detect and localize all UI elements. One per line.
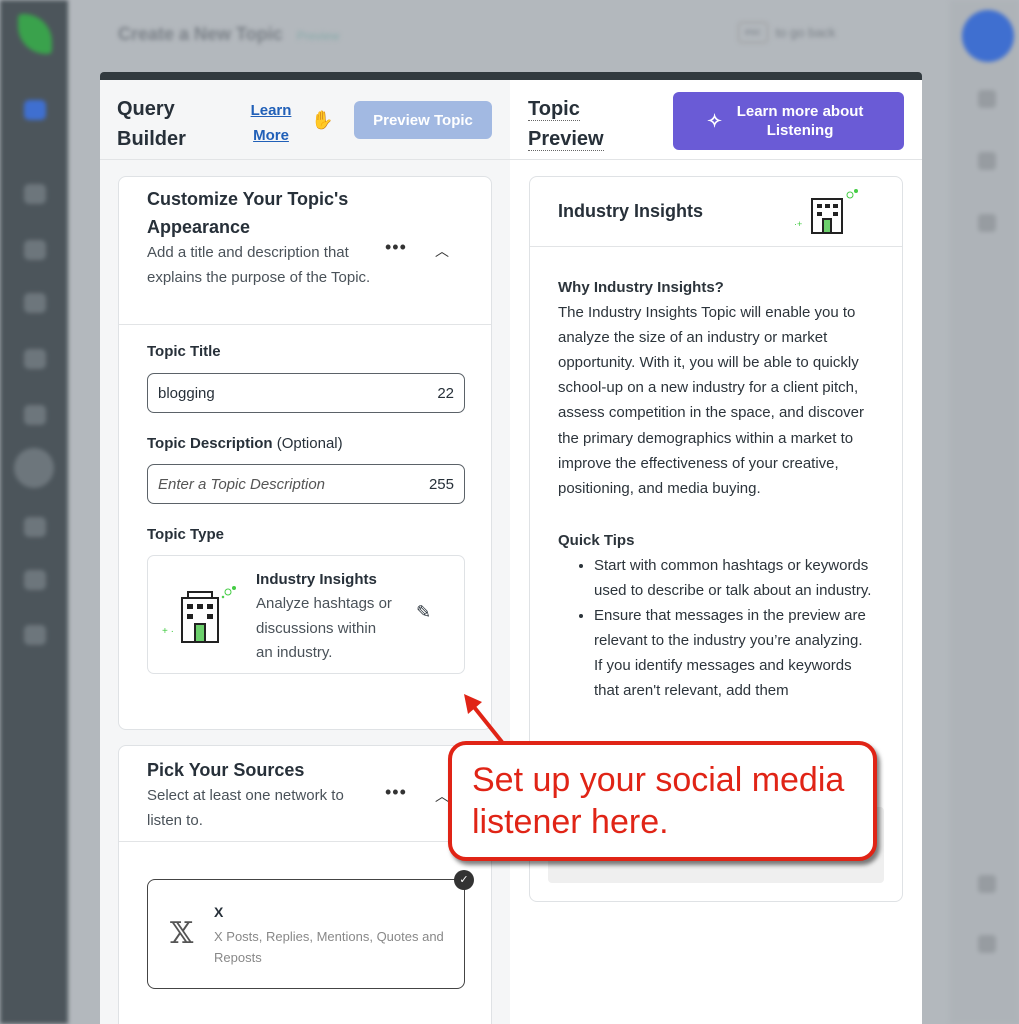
network-name: X bbox=[214, 904, 224, 920]
topic-type-card[interactable]: + · Industry Insights Analyze hashtags o… bbox=[147, 555, 465, 674]
sources-heading: Pick Your Sources bbox=[147, 760, 305, 780]
query-builder-panel: Query Builder Learn More ✋ Preview Topic… bbox=[100, 80, 510, 1024]
more-options-icon[interactable]: ••• bbox=[385, 237, 407, 258]
preview-badge: Preview bbox=[296, 29, 340, 43]
label-text: Topic Description bbox=[147, 435, 273, 452]
arrow-icon bbox=[464, 694, 504, 744]
topic-type-label: Topic Type bbox=[147, 526, 224, 543]
toolbar-icon[interactable] bbox=[978, 152, 996, 170]
app-sidebar bbox=[0, 0, 68, 1024]
annotation-callout: Set up your social media listener here. bbox=[448, 741, 877, 861]
page-title-text: Create a New Topic bbox=[118, 24, 283, 44]
building-icon: + · bbox=[162, 586, 236, 643]
nav-icon[interactable] bbox=[24, 405, 46, 425]
nav-icon[interactable] bbox=[24, 184, 46, 204]
nav-icon[interactable] bbox=[24, 100, 46, 120]
more-options-icon[interactable]: ••• bbox=[385, 782, 407, 803]
topic-title-value: blogging bbox=[158, 384, 215, 402]
topic-type-description: Analyze hashtags or discussions within a… bbox=[256, 595, 392, 661]
compose-button[interactable] bbox=[962, 10, 1014, 62]
tips-heading: Quick Tips bbox=[558, 531, 635, 549]
appearance-card: Customize Your Topic's Appearance Add a … bbox=[118, 176, 492, 730]
appearance-heading: Customize Your Topic's Appearance bbox=[147, 189, 349, 237]
query-builder-title: Query Builder bbox=[117, 98, 186, 150]
toolbar-icon[interactable] bbox=[978, 90, 996, 108]
topic-type-name: Industry Insights bbox=[256, 571, 377, 588]
nav-icon-listening[interactable] bbox=[14, 448, 54, 488]
learn-more-link[interactable]: Learn More bbox=[247, 98, 295, 148]
tip-item: Start with common hashtags or keywords u… bbox=[594, 553, 874, 603]
building-icon: ·+ bbox=[794, 189, 858, 234]
svg-text:·+: ·+ bbox=[794, 219, 802, 229]
topic-title-input[interactable]: blogging 22 bbox=[147, 373, 465, 413]
topic-description-label: Topic Description (Optional) bbox=[147, 435, 343, 452]
nav-icon[interactable] bbox=[24, 293, 46, 313]
tip-item: Ensure that messages in the preview are … bbox=[594, 603, 874, 703]
preview-topic-button[interactable]: Preview Topic bbox=[354, 101, 492, 139]
title-text: Topic Preview bbox=[528, 98, 604, 151]
char-count: 22 bbox=[437, 384, 454, 402]
hand-sparkle-icon: ✋ bbox=[311, 110, 334, 130]
why-body: The Industry Insights Topic will enable … bbox=[558, 304, 864, 497]
char-count: 255 bbox=[428, 475, 454, 493]
create-topic-modal: Query Builder Learn More ✋ Preview Topic… bbox=[100, 72, 922, 1024]
network-x-card[interactable]: 𝕏 X X Posts, Replies, Mentions, Quotes a… bbox=[147, 870, 474, 989]
toolbar-icon[interactable] bbox=[978, 875, 996, 893]
optional-text: (Optional) bbox=[276, 435, 343, 452]
svg-text:+ ·: + · bbox=[162, 626, 174, 637]
topic-description-input[interactable]: Enter a Topic Description 255 bbox=[147, 464, 465, 504]
pencil-icon[interactable]: ✎ bbox=[416, 602, 431, 623]
page-title: Create a New Topic Preview bbox=[118, 24, 339, 45]
network-description: X Posts, Replies, Mentions, Quotes and R… bbox=[214, 929, 444, 965]
sparkle-icon: ✧ bbox=[706, 110, 723, 131]
right-toolbar bbox=[950, 0, 1019, 1024]
chevron-up-icon[interactable]: ︿ bbox=[435, 786, 449, 806]
topic-preview-header: Topic Preview ✧ Learn more about Listenin… bbox=[510, 80, 922, 160]
nav-icon[interactable] bbox=[24, 570, 46, 590]
esc-hint-text: to go back bbox=[775, 25, 836, 40]
learn-more-listening-button[interactable]: ✧ Learn more about Listening bbox=[673, 92, 904, 150]
toolbar-icon[interactable] bbox=[978, 214, 996, 232]
description-placeholder: Enter a Topic Description bbox=[158, 475, 326, 493]
query-builder-header: Query Builder Learn More ✋ Preview Topic bbox=[100, 80, 510, 160]
esc-key[interactable]: esc bbox=[738, 22, 768, 43]
toolbar-icon[interactable] bbox=[978, 935, 996, 953]
checkmark-icon: ✓ bbox=[454, 870, 474, 890]
topic-title-label: Topic Title bbox=[147, 343, 221, 360]
nav-icon[interactable] bbox=[24, 517, 46, 537]
preview-card-title: Industry Insights bbox=[558, 201, 704, 221]
x-logo-icon: 𝕏 bbox=[170, 916, 194, 951]
why-heading: Why Industry Insights? bbox=[558, 279, 724, 296]
logo-icon bbox=[18, 14, 52, 54]
nav-icon[interactable] bbox=[24, 240, 46, 260]
esc-hint: esc to go back bbox=[738, 22, 836, 43]
appearance-description: Add a title and description that explain… bbox=[147, 244, 371, 286]
sources-description: Select at least one network to listen to… bbox=[147, 787, 344, 829]
topic-preview-title: Topic Preview bbox=[528, 94, 618, 154]
nav-icon[interactable] bbox=[24, 625, 46, 645]
nav-icon[interactable] bbox=[24, 349, 46, 369]
topic-preview-panel: Topic Preview ✧ Learn more about Listenin… bbox=[510, 80, 922, 1024]
chevron-up-icon[interactable]: ︿ bbox=[435, 241, 449, 261]
sources-card: Pick Your Sources Select at least one ne… bbox=[118, 745, 492, 1024]
button-label: Learn more about Listening bbox=[736, 103, 864, 139]
